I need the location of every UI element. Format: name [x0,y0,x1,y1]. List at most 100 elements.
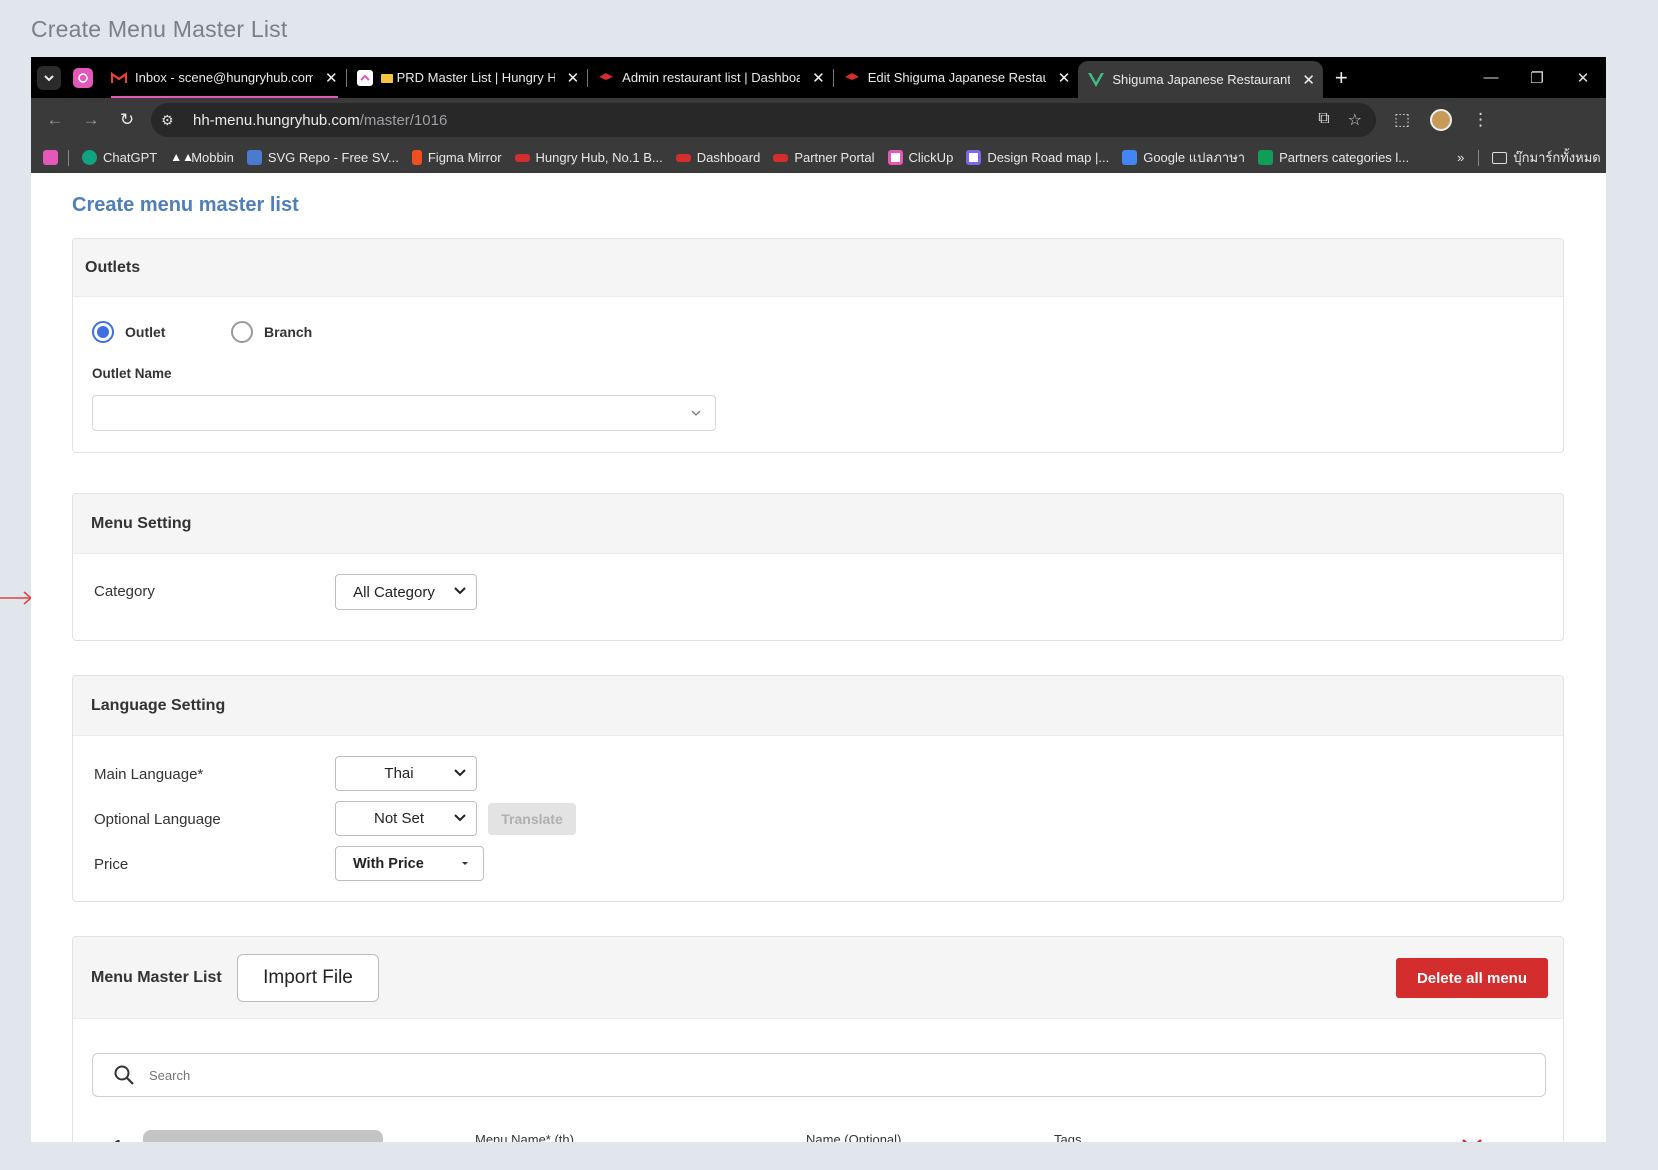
close-window-icon[interactable]: ✕ [1560,69,1606,87]
menu-image-placeholder[interactable] [143,1130,383,1142]
hungryhub-icon [514,153,530,162]
back-icon[interactable]: ← [37,110,73,130]
folder-icon [380,70,393,86]
url-field[interactable]: ⚙ hh-menu.hungryhub.com/master/1016 ⧉ ☆ [151,103,1376,137]
folder-icon [1492,151,1508,164]
bookmark-divider [68,149,69,166]
sheets-icon [1258,150,1274,165]
browser-window: Inbox - scene@hungryhub.com ✕ PRD Master… [31,57,1606,1142]
tab-prd-master-list[interactable]: PRD Master List | Hungry Hu ✕ [347,57,588,98]
close-icon[interactable]: ✕ [1302,71,1315,89]
bookmark-label: Mobbin [191,150,234,165]
translate-button[interactable]: Translate [488,803,576,835]
bookmark-item[interactable]: Hungry Hub, No.1 B... [514,150,663,165]
menu-kebab-icon[interactable]: ⋮ [1472,110,1489,130]
bookmark-item[interactable]: Partner Portal [773,150,875,165]
bookmark-label: ChatGPT [103,150,158,165]
outlet-name-select[interactable] [92,395,716,431]
close-icon[interactable]: ✕ [1058,69,1071,87]
outlet-radio[interactable] [92,321,114,343]
delete-row-icon[interactable] [1460,1137,1484,1142]
bookmark-item[interactable]: Design Road map |... [966,150,1109,165]
tab-title: Edit Shiguma Japanese Restaura [867,70,1046,85]
branch-radio[interactable] [231,321,253,343]
bookmark-item[interactable]: ChatGPT [82,150,157,165]
url-path: /master/1016 [359,111,448,129]
price-select[interactable]: With Price [335,846,484,881]
hungryhub-icon [773,153,789,162]
profile-avatar[interactable] [1430,109,1453,131]
tab-edit-shiguma[interactable]: Edit Shiguma Japanese Restaura ✕ [834,57,1079,98]
bookmark-divider [1478,149,1480,166]
svgrepo-icon [246,150,262,165]
bookmark-label: SVG Repo - Free SV... [267,150,399,165]
bookmarks-overflow-icon[interactable]: » [1457,150,1464,165]
menu-setting-card: Menu Setting Category All Category [72,493,1564,641]
bookmark-star-icon[interactable]: ☆ [1348,110,1362,130]
all-bookmarks-folder[interactable]: บุ๊กมาร์กทั้งหมด [1492,147,1601,168]
bookmark-app-icon[interactable] [43,150,64,165]
bookmark-label: Google แปลภาษา [1143,150,1246,165]
bookmark-label: Partner Portal [794,150,875,165]
category-label: Category [94,583,155,600]
tab-title: Inbox - scene@hungryhub.com [135,70,313,85]
bookmark-label: Design Road map |... [987,150,1110,165]
bookmark-label: Hungry Hub, No.1 B... [535,150,663,165]
bookmark-item[interactable]: ▲▲ Mobbin [170,150,234,165]
translate-page-icon[interactable]: ⧉ [1318,110,1329,130]
column-menu-name: Menu Name* (th) [475,1132,574,1142]
restore-icon[interactable]: ❐ [1514,69,1560,87]
bookmark-label: Figma Mirror [427,150,502,165]
bookmark-item[interactable]: SVG Repo - Free SV... [246,150,399,165]
minimize-icon[interactable]: — [1468,69,1514,86]
figma-icon [411,150,422,165]
menu-setting-header: Menu Setting [73,494,1563,554]
optional-language-select[interactable]: Not Set [335,801,477,836]
extension-icon[interactable] [73,67,93,88]
reload-icon[interactable]: ↻ [109,110,145,130]
tab-gmail[interactable]: Inbox - scene@hungryhub.com ✕ [101,57,346,98]
site-settings-icon[interactable]: ⚙ [161,112,183,129]
forward-icon[interactable]: → [73,110,109,130]
tab-shiguma-active[interactable]: Shiguma Japanese Restaurant - ✕ [1078,61,1323,98]
tab-admin-restaurant-list[interactable]: Admin restaurant list | Dashboa ✕ [588,57,833,98]
hungryhub-icon [598,70,614,86]
chevron-down-icon [44,74,54,81]
bookmark-item[interactable]: Partners categories l... [1258,150,1409,165]
page-title: Create menu master list [72,194,299,216]
clickup-icon [356,69,373,86]
bookmark-label: บุ๊กมาร์กทั้งหมด [1513,150,1601,165]
google-translate-icon [1122,150,1138,165]
bookmark-item[interactable]: Figma Mirror [411,150,502,165]
column-tags: Tags [1054,1132,1082,1142]
close-icon[interactable]: ✕ [567,69,580,87]
address-bar-row: ← → ↻ ⚙ hh-menu.hungryhub.com/master/101… [31,98,1606,142]
search-icon [114,1065,134,1085]
chevron-down-icon [454,769,466,777]
main-language-label: Main Language* [94,766,204,783]
app-icon [43,150,58,165]
tab-search-button[interactable] [37,65,61,90]
search-box [92,1053,1546,1097]
language-setting-card: Language Setting Main Language* Thai Opt… [72,675,1564,902]
new-tab-button[interactable]: + [1335,65,1348,91]
optional-language-value: Not Set [373,810,425,827]
bookmark-label: Partners categories l... [1279,150,1410,165]
bookmark-item[interactable]: Dashboard [675,150,760,165]
delete-all-menu-button[interactable]: Delete all menu [1396,958,1548,998]
category-select[interactable]: All Category [335,574,477,610]
bookmark-item[interactable]: ClickUp [887,150,953,165]
bookmark-item[interactable]: Google แปลภาษา [1122,147,1245,168]
close-icon[interactable]: ✕ [325,69,338,87]
frame-title: Create Menu Master List [31,16,288,42]
column-name-optional: Name (Optional) [806,1132,902,1142]
hungryhub-icon [675,153,691,162]
extensions-icon[interactable]: ⬚ [1394,110,1410,130]
import-file-button[interactable]: Import File [237,954,379,1002]
close-icon[interactable]: ✕ [812,69,825,87]
main-language-select[interactable]: Thai [335,756,477,791]
hungryhub-icon [844,70,860,86]
category-value: All Category [353,583,435,601]
row-number: 1 [114,1137,122,1142]
search-input[interactable] [149,1067,1349,1083]
